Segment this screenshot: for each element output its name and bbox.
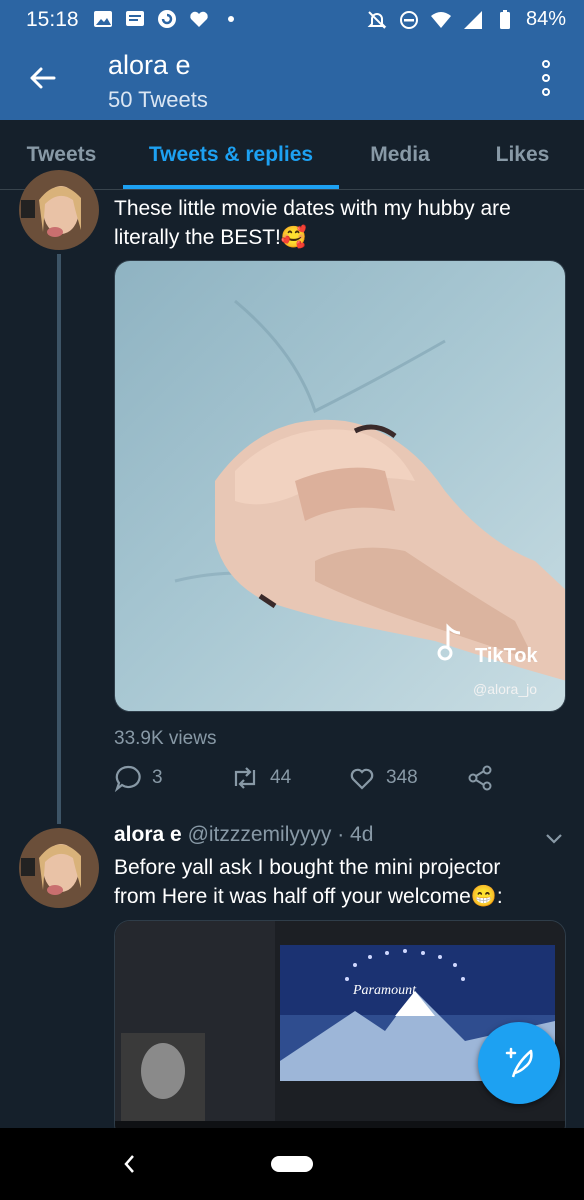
profile-header: alora e 50 Tweets [0,38,584,120]
chevron-down-icon[interactable] [544,828,564,848]
status-notification-icons [92,8,242,30]
notification-icon [158,10,176,28]
reply-icon [114,765,141,792]
nav-home-pill[interactable] [271,1156,313,1172]
signal-icon [463,10,482,29]
tweet-header: alora e @itzzzemilyyyy · 4d [114,823,373,847]
avatar[interactable] [19,170,99,250]
status-bar: 15:18 84% [0,0,584,38]
retweet-button[interactable]: 44 [230,764,291,792]
view-count: 33.9K views [114,728,217,749]
tweet-actions: 3 44 348 [114,764,514,798]
heart-outline-icon [350,768,374,790]
reply-count: 3 [152,767,163,788]
compose-feather-icon [505,1047,533,1078]
share-button[interactable] [466,764,494,792]
avatar[interactable] [19,828,99,908]
compose-tweet-button[interactable] [478,1022,560,1104]
mute-icon [367,10,387,29]
battery-percent: 84% [525,8,566,30]
profile-tabs: Tweets Tweets & replies Media Likes [0,120,584,190]
author-name[interactable]: alora e [114,823,182,846]
status-time: 15:18 [26,8,79,31]
avatar-image [19,828,99,908]
tweet-text: These little movie dates with my hubby a… [114,197,511,249]
thread-connector-line [57,254,61,824]
tab-tweets-and-replies[interactable]: Tweets & replies [123,120,339,190]
dnd-icon [399,10,418,29]
message-icon [126,11,144,26]
dot-icon [228,16,234,22]
wifi-icon [430,11,451,28]
author-handle[interactable]: @itzzzemilyyyy [188,823,332,846]
heart-icon [190,11,208,27]
active-tab-indicator [123,185,339,189]
tweet-time: · 4d [337,823,374,846]
share-icon [468,765,492,791]
tweet-text: Before yall ask I bought the mini projec… [114,856,503,908]
battery-icon [499,9,510,29]
tab-likes[interactable]: Likes [461,120,584,190]
more-options-button[interactable] [534,58,558,98]
nav-back-button[interactable] [116,1150,142,1178]
like-count: 348 [386,767,418,788]
back-button[interactable] [22,58,62,98]
profile-name: alora e [108,50,191,80]
retweet-count: 44 [270,767,292,788]
system-nav-bar [0,1128,584,1200]
chevron-left-icon [124,1155,134,1173]
status-system-icons: 84% [366,8,566,31]
arrow-left-icon [30,67,56,89]
image-icon [94,11,112,27]
paramount-logo-text: Paramount [353,983,416,998]
like-button[interactable]: 348 [348,764,418,792]
tiktok-handle: @alora_jo [473,681,538,697]
more-vert-icon [542,60,550,68]
avatar-image [19,170,99,250]
tiktok-label: TikTok [475,645,538,667]
reply-button[interactable]: 3 [114,764,163,792]
tweet-count: 50 Tweets [108,87,208,112]
retweet-icon [234,767,256,789]
tab-media[interactable]: Media [339,120,461,190]
tweet-video[interactable]: TikTok @alora_jo [114,260,566,712]
